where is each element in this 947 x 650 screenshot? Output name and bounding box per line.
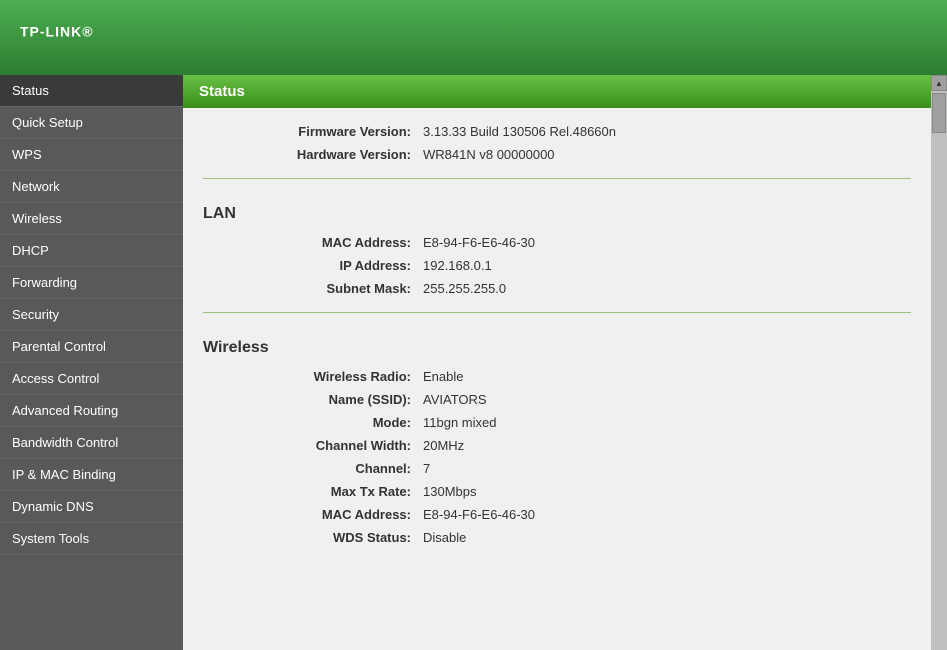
hardware-value: WR841N v8 00000000 — [423, 147, 555, 162]
wireless-radio-row: Wireless Radio: Enable — [203, 365, 911, 388]
wireless-channel-row: Channel: 7 — [203, 457, 911, 480]
layout: StatusQuick SetupWPSNetworkWirelessDHCPF… — [0, 75, 947, 650]
wireless-max-tx-label: Max Tx Rate: — [203, 484, 423, 499]
wireless-mode-row: Mode: 11bgn mixed — [203, 411, 911, 434]
page-title: Status — [183, 75, 931, 108]
wireless-channel-value: 7 — [423, 461, 430, 476]
sidebar-item-parental-control[interactable]: Parental Control — [0, 331, 183, 363]
wireless-ssid-row: Name (SSID): AVIATORS — [203, 388, 911, 411]
sidebar: StatusQuick SetupWPSNetworkWirelessDHCPF… — [0, 75, 183, 650]
wireless-mode-value: 11bgn mixed — [423, 415, 496, 430]
sidebar-item-dynamic-dns[interactable]: Dynamic DNS — [0, 491, 183, 523]
wireless-title: Wireless — [203, 325, 911, 365]
scroll-up-button[interactable]: ▲ — [931, 75, 947, 91]
lan-subnet-row: Subnet Mask: 255.255.255.0 — [203, 277, 911, 300]
lan-ip-row: IP Address: 192.168.0.1 — [203, 254, 911, 277]
wireless-wds-label: WDS Status: — [203, 530, 423, 545]
wireless-ssid-label: Name (SSID): — [203, 392, 423, 407]
wireless-max-tx-row: Max Tx Rate: 130Mbps — [203, 480, 911, 503]
lan-ip-value: 192.168.0.1 — [423, 258, 492, 273]
wireless-mode-label: Mode: — [203, 415, 423, 430]
sidebar-item-system-tools[interactable]: System Tools — [0, 523, 183, 555]
lan-mac-row: MAC Address: E8-94-F6-E6-46-30 — [203, 231, 911, 254]
scrollbar[interactable]: ▲ — [931, 75, 947, 650]
logo-trademark: ® — [82, 23, 93, 39]
sidebar-item-security[interactable]: Security — [0, 299, 183, 331]
hardware-label: Hardware Version: — [203, 147, 423, 162]
sidebar-item-forwarding[interactable]: Forwarding — [0, 267, 183, 299]
wireless-section: Wireless Wireless Radio: Enable Name (SS… — [203, 313, 911, 561]
sidebar-item-bandwidth-control[interactable]: Bandwidth Control — [0, 427, 183, 459]
lan-section: LAN MAC Address: E8-94-F6-E6-46-30 IP Ad… — [203, 179, 911, 313]
wireless-wds-row: WDS Status: Disable — [203, 526, 911, 549]
sidebar-item-network[interactable]: Network — [0, 171, 183, 203]
lan-ip-label: IP Address: — [203, 258, 423, 273]
hardware-row: Hardware Version: WR841N v8 00000000 — [203, 143, 911, 166]
lan-mac-value: E8-94-F6-E6-46-30 — [423, 235, 535, 250]
sidebar-item-quick-setup[interactable]: Quick Setup — [0, 107, 183, 139]
lan-mac-label: MAC Address: — [203, 235, 423, 250]
logo: TP-LINK® — [20, 19, 94, 56]
firmware-row: Firmware Version: 3.13.33 Build 130506 R… — [203, 120, 911, 143]
sidebar-item-dhcp[interactable]: DHCP — [0, 235, 183, 267]
wireless-radio-value: Enable — [423, 369, 463, 384]
firmware-label: Firmware Version: — [203, 124, 423, 139]
sidebar-item-ip-mac-binding[interactable]: IP & MAC Binding — [0, 459, 183, 491]
firmware-value: 3.13.33 Build 130506 Rel.48660n — [423, 124, 616, 139]
wireless-max-tx-value: 130Mbps — [423, 484, 476, 499]
wireless-channel-width-row: Channel Width: 20MHz — [203, 434, 911, 457]
main-content: Status Firmware Version: 3.13.33 Build 1… — [183, 75, 931, 650]
wireless-ssid-value: AVIATORS — [423, 392, 487, 407]
lan-subnet-value: 255.255.255.0 — [423, 281, 506, 296]
header: TP-LINK® — [0, 0, 947, 75]
firmware-section: Firmware Version: 3.13.33 Build 130506 R… — [203, 108, 911, 179]
logo-text: TP-LINK — [20, 23, 82, 39]
content-area: Firmware Version: 3.13.33 Build 130506 R… — [183, 108, 931, 561]
wireless-channel-width-label: Channel Width: — [203, 438, 423, 453]
wireless-channel-label: Channel: — [203, 461, 423, 476]
lan-subnet-label: Subnet Mask: — [203, 281, 423, 296]
sidebar-item-wps[interactable]: WPS — [0, 139, 183, 171]
sidebar-item-access-control[interactable]: Access Control — [0, 363, 183, 395]
sidebar-item-status[interactable]: Status — [0, 75, 183, 107]
wireless-mac-row: MAC Address: E8-94-F6-E6-46-30 — [203, 503, 911, 526]
sidebar-item-advanced-routing[interactable]: Advanced Routing — [0, 395, 183, 427]
wireless-mac-value: E8-94-F6-E6-46-30 — [423, 507, 535, 522]
wireless-radio-label: Wireless Radio: — [203, 369, 423, 384]
sidebar-item-wireless[interactable]: Wireless — [0, 203, 183, 235]
wireless-mac-label: MAC Address: — [203, 507, 423, 522]
wireless-wds-value: Disable — [423, 530, 466, 545]
scroll-thumb[interactable] — [932, 93, 946, 133]
wireless-channel-width-value: 20MHz — [423, 438, 464, 453]
lan-title: LAN — [203, 191, 911, 231]
